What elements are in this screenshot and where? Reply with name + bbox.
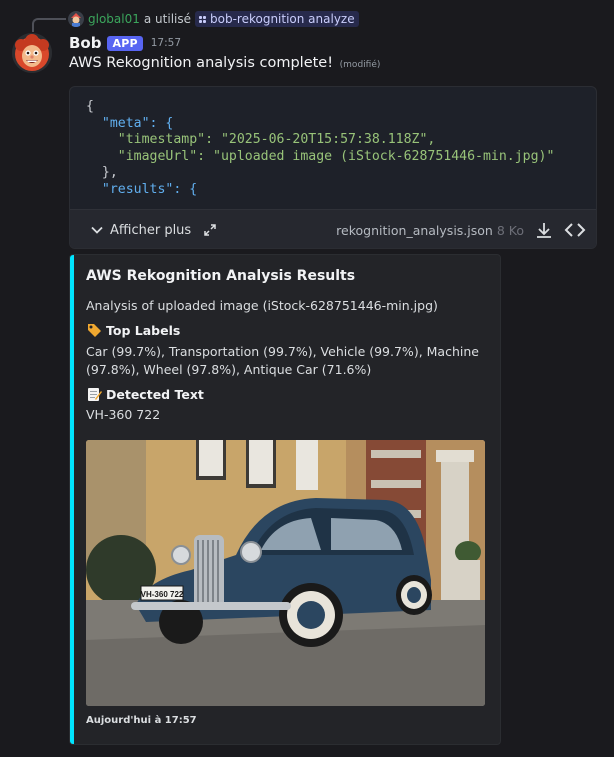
code-line: "timestamp": "2025-06-20T15:57:38.118Z", — [86, 132, 436, 147]
download-icon[interactable] — [534, 220, 554, 240]
app-badge: APP — [107, 35, 143, 51]
code-line: }, — [86, 165, 118, 180]
file-footer: Afficher plus rekognition_analysis.json … — [70, 209, 596, 248]
command-grid-icon — [199, 15, 206, 23]
field-name-text: Top Labels — [106, 322, 181, 338]
reply-verb: a utilisé — [143, 12, 191, 26]
edited-marker: (modifié) — [339, 60, 381, 70]
field-top-labels-value: Car (99.7%), Transportation (99.7%), Veh… — [86, 344, 479, 377]
code-line: "imageUrl": "uploaded image (iStock-6287… — [86, 148, 555, 164]
embed-description: Analysis of uploaded image (iStock-62875… — [86, 298, 438, 313]
reply-connector — [32, 18, 66, 32]
label-tag-icon — [88, 324, 101, 337]
embed-footer: Aujourd'hui à 17:57 — [86, 715, 197, 726]
reply-user-avatar[interactable] — [68, 11, 84, 27]
embed-accent-bar — [70, 255, 74, 744]
bot-avatar[interactable] — [12, 33, 52, 73]
code-line: "results": { — [86, 181, 198, 197]
message-text: AWS Rekognition analysis complete! — [69, 55, 334, 71]
code-line: "meta": { — [86, 115, 174, 131]
field-detected-text-value: VH-360 722 — [86, 407, 161, 422]
license-plate: VH-360 722 — [141, 590, 184, 599]
file-meta: rekognition_analysis.json 8 Ko — [336, 220, 586, 240]
message-content: AWS Rekognition analysis complete! (modi… — [69, 55, 380, 71]
embed-title: AWS Rekognition Analysis Results — [86, 268, 356, 284]
code-preview: { "meta": { "timestamp": "2025-06-20T15:… — [70, 87, 596, 208]
memo-icon — [88, 388, 102, 401]
embed-image-vintage-car[interactable]: VH-360 722 — [86, 440, 485, 706]
expand-icon[interactable] — [203, 223, 217, 237]
chevron-down-icon — [91, 226, 103, 234]
rich-embed: AWS Rekognition Analysis Results Analysi… — [69, 254, 501, 745]
bot-username[interactable]: Bob — [69, 34, 101, 52]
json-file-preview: { "meta": { "timestamp": "2025-06-20T15:… — [69, 86, 597, 249]
reply-username[interactable]: global01 — [88, 12, 140, 26]
command-reply-header: global01 a utilisé bob-rekognition analy… — [68, 10, 359, 28]
message-header: Bob APP 17:57 — [69, 33, 181, 53]
field-name-text: Detected Text — [106, 386, 204, 402]
file-name[interactable]: rekognition_analysis.json — [336, 223, 493, 238]
view-code-icon[interactable] — [564, 220, 586, 240]
slash-command-chip[interactable]: bob-rekognition analyze — [195, 11, 359, 27]
command-name: bob-rekognition analyze — [210, 12, 355, 26]
show-more-label: Afficher plus — [110, 222, 192, 238]
field-top-labels-name: Top Labels — [86, 322, 180, 338]
file-size: 8 Ko — [496, 222, 524, 238]
field-detected-text-name: Detected Text — [86, 386, 204, 402]
code-line: { — [86, 99, 94, 114]
show-more-button[interactable]: Afficher plus — [90, 223, 191, 238]
message-timestamp[interactable]: 17:57 — [151, 37, 181, 49]
